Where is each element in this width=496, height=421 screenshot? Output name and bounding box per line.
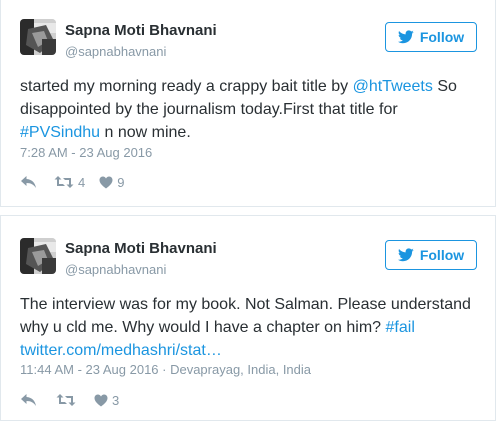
mention-link[interactable]: @htTweets <box>353 78 433 95</box>
author-name[interactable]: Sapna Moti Bhavnani <box>65 240 217 257</box>
reply-button[interactable] <box>20 175 38 189</box>
tweet-meta: 11:44 AM - 23 Aug 2016 · Devaprayag, Ind… <box>20 362 311 377</box>
author-handle[interactable]: @sapnabhavnani <box>65 44 166 59</box>
tweet-text: started my morning ready a crappy bait t… <box>20 75 480 144</box>
avatar[interactable] <box>20 19 56 55</box>
retweet-icon <box>56 393 76 407</box>
author-handle[interactable]: @sapnabhavnani <box>65 262 166 277</box>
retweet-button[interactable]: 4 <box>54 175 85 190</box>
like-count: 3 <box>112 392 120 408</box>
like-button[interactable]: 9 <box>99 175 124 190</box>
follow-label: Follow <box>419 29 465 45</box>
retweet-count: 4 <box>78 174 86 190</box>
tweet-text-part: n now mine. <box>100 124 191 141</box>
retweet-button[interactable] <box>56 393 76 407</box>
tweet-text: The interview was for my book. Not Salma… <box>20 293 480 362</box>
tweet-card-2: Sapna Moti Bhavnani @sapnabhavnani Follo… <box>0 215 496 421</box>
tweet-actions: 3 <box>20 391 119 409</box>
like-button[interactable]: 3 <box>94 393 119 408</box>
tweet-text-part: started my morning ready a crappy bait t… <box>20 78 353 95</box>
tweet-actions: 4 9 <box>20 173 124 191</box>
heart-icon <box>94 394 108 407</box>
tweet-location[interactable]: · Devaprayag, India, India <box>159 362 311 377</box>
reply-icon <box>20 393 37 407</box>
like-count: 9 <box>117 174 125 190</box>
bird-icon <box>397 30 414 44</box>
hashtag-link[interactable]: #fail <box>386 319 415 336</box>
reply-button[interactable] <box>20 393 38 407</box>
reply-icon <box>20 175 37 189</box>
tweet-timestamp[interactable]: 7:28 AM - 23 Aug 2016 <box>20 145 152 160</box>
heart-icon <box>99 176 113 189</box>
tweet-timestamp[interactable]: 11:44 AM - 23 Aug 2016 <box>20 362 159 377</box>
avatar[interactable] <box>20 238 56 274</box>
tweet-url-link[interactable]: twitter.com/medhashri/stat… <box>20 342 222 359</box>
retweet-icon <box>54 175 74 189</box>
bird-icon <box>397 248 414 262</box>
follow-button[interactable]: Follow <box>385 240 477 270</box>
follow-label: Follow <box>419 247 465 263</box>
follow-button[interactable]: Follow <box>385 22 477 52</box>
tweet-card-1: Sapna Moti Bhavnani @sapnabhavnani Follo… <box>0 0 496 207</box>
author-name[interactable]: Sapna Moti Bhavnani <box>65 22 217 39</box>
hashtag-link[interactable]: #PVSindhu <box>20 124 100 141</box>
